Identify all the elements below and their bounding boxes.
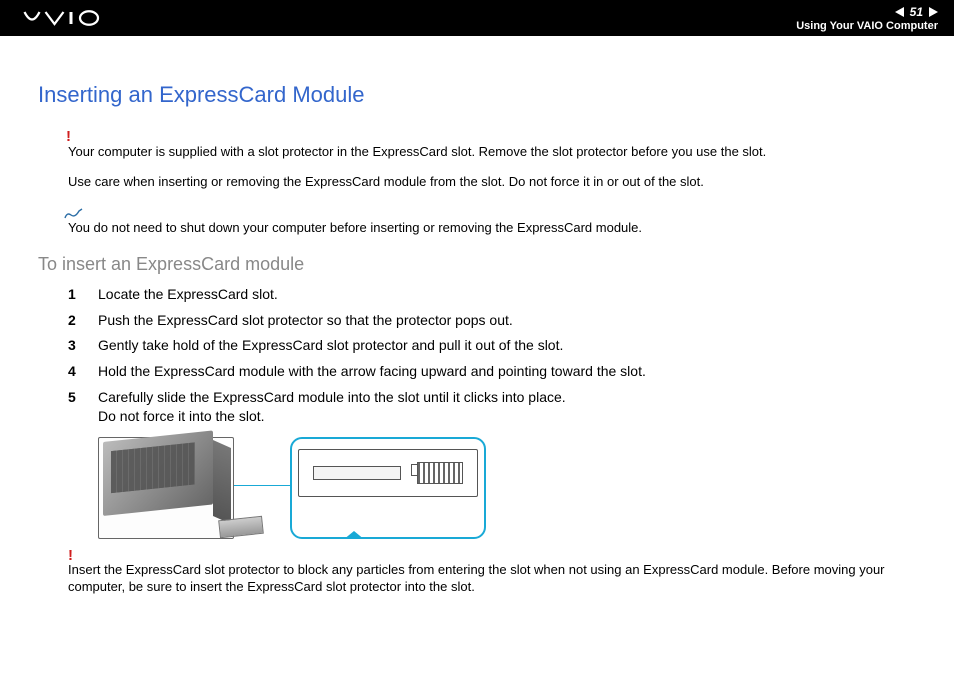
step-number: 2 (68, 311, 98, 331)
note-pencil-icon (64, 208, 916, 220)
section-name: Using Your VAIO Computer (796, 20, 938, 32)
illustration (98, 437, 916, 539)
step-number: 4 (68, 362, 98, 382)
step-item: 5 Carefully slide the ExpressCard module… (68, 388, 916, 427)
subheading: To insert an ExpressCard module (38, 254, 916, 275)
steps-list: 1 Locate the ExpressCard slot. 2 Push th… (68, 285, 916, 427)
page-number: 51 (908, 5, 925, 19)
step-number: 1 (68, 285, 98, 305)
illustration-connector (234, 485, 290, 486)
step-item: 3 Gently take hold of the ExpressCard sl… (68, 336, 916, 356)
note-block: You do not need to shut down your comput… (68, 208, 916, 236)
next-page-arrow-icon[interactable] (929, 7, 938, 17)
warning-text-2: Insert the ExpressCard slot protector to… (68, 562, 885, 593)
step-text: Hold the ExpressCard module with the arr… (98, 362, 916, 382)
step-text: Push the ExpressCard slot protector so t… (98, 311, 916, 331)
step-number: 3 (68, 336, 98, 356)
step-item: 1 Locate the ExpressCard slot. (68, 285, 916, 305)
vaio-logo (20, 9, 116, 27)
warning-block-2: ! Insert the ExpressCard slot protector … (68, 549, 916, 595)
page-nav: 51 (895, 5, 938, 19)
caution-text: Use care when inserting or removing the … (68, 174, 916, 190)
step-item: 2 Push the ExpressCard slot protector so… (68, 311, 916, 331)
step-text: Locate the ExpressCard slot. (98, 285, 916, 305)
warning-icon: ! (68, 549, 896, 563)
warning-text-1: Your computer is supplied with a slot pr… (68, 144, 766, 159)
header-bar: 51 Using Your VAIO Computer (0, 0, 954, 36)
warning-block-1: ! Your computer is supplied with a slot … (68, 130, 916, 160)
step-text: Gently take hold of the ExpressCard slot… (98, 336, 916, 356)
step-number: 5 (68, 388, 98, 427)
warning-icon: ! (66, 130, 916, 144)
illustration-detail (290, 437, 486, 539)
header-right: 51 Using Your VAIO Computer (796, 5, 938, 32)
page-title: Inserting an ExpressCard Module (38, 82, 916, 108)
illustration-laptop (98, 437, 234, 539)
page-content: Inserting an ExpressCard Module ! Your c… (0, 36, 954, 595)
note-text: You do not need to shut down your comput… (68, 220, 642, 235)
prev-page-arrow-icon[interactable] (895, 7, 904, 17)
step-text: Carefully slide the ExpressCard module i… (98, 388, 916, 427)
step-item: 4 Hold the ExpressCard module with the a… (68, 362, 916, 382)
